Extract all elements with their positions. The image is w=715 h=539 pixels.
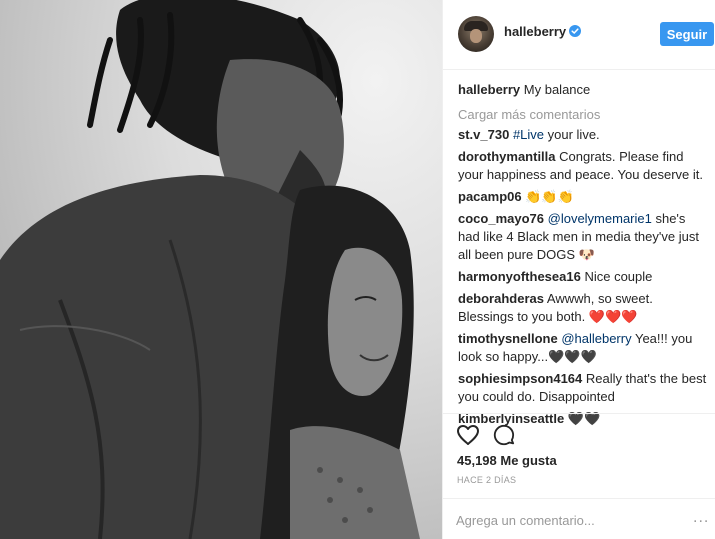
post-photo[interactable] [0, 0, 442, 539]
comment-username[interactable]: timothysnellone [458, 331, 558, 346]
post-timestamp[interactable]: HACE 2 DÍAS [457, 475, 516, 485]
comment-username[interactable]: deborahderas [458, 291, 544, 306]
comment-hashtag[interactable]: #Live [513, 127, 544, 142]
comment-username[interactable]: dorothymantilla [458, 149, 556, 164]
header-username[interactable]: halleberry [504, 24, 566, 39]
comment-item: harmonyofthesea16 Nice couple [458, 268, 708, 286]
caption-text: My balance [523, 82, 591, 97]
comment-mention[interactable]: @halleberry [561, 331, 631, 346]
comment-username[interactable]: sophiesimpson4164 [458, 371, 582, 386]
comment-item: sophiesimpson4164 Really that's the best… [458, 370, 708, 406]
likes-count[interactable]: 45,198 Me gusta [457, 453, 557, 468]
comment-text: Nice couple [584, 269, 653, 284]
comment-item: deborahderas Awwwh, so sweet. Blessings … [458, 290, 708, 326]
follow-button[interactable]: Seguir [660, 22, 714, 46]
comment-item: st.v_730 #Live your live. [458, 126, 708, 144]
post-header: halleberry Seguir [443, 0, 715, 70]
post-details-panel: halleberry Seguir halleberry My balance … [442, 0, 715, 539]
post-actions: 45,198 Me gusta HACE 2 DÍAS ... [443, 413, 715, 539]
comment-username[interactable]: coco_mayo76 [458, 211, 544, 226]
comment-username[interactable]: harmonyofthesea16 [458, 269, 581, 284]
comment-item: timothysnellone @halleberry Yea!!! you l… [458, 330, 708, 366]
comment-username[interactable]: pacamp06 [458, 189, 522, 204]
caption-username[interactable]: halleberry [458, 82, 520, 97]
load-more-comments-link[interactable]: Cargar más comentarios [458, 107, 600, 122]
verified-badge-icon [569, 25, 581, 37]
comment-icon[interactable] [492, 424, 516, 446]
comment-mention[interactable]: @lovelymemarie1 [548, 211, 652, 226]
comments-list: st.v_730 #Live your live. dorothymantill… [458, 126, 708, 432]
comment-text: 👏👏👏 [525, 189, 574, 204]
comment-item: dorothymantilla Congrats. Please find yo… [458, 148, 708, 184]
photo-illustration [0, 0, 420, 539]
comment-text: your live. [544, 127, 600, 142]
add-comment-section: ... [443, 498, 715, 539]
comment-input[interactable] [456, 509, 676, 531]
avatar[interactable] [458, 16, 494, 52]
comment-item: pacamp06 👏👏👏 [458, 188, 708, 206]
comment-item: coco_mayo76 @lovelymemarie1 she's had li… [458, 210, 708, 264]
comment-username[interactable]: st.v_730 [458, 127, 509, 142]
more-options-icon[interactable]: ... [693, 509, 709, 527]
post-caption: halleberry My balance [458, 82, 590, 97]
heart-icon[interactable] [456, 424, 480, 446]
